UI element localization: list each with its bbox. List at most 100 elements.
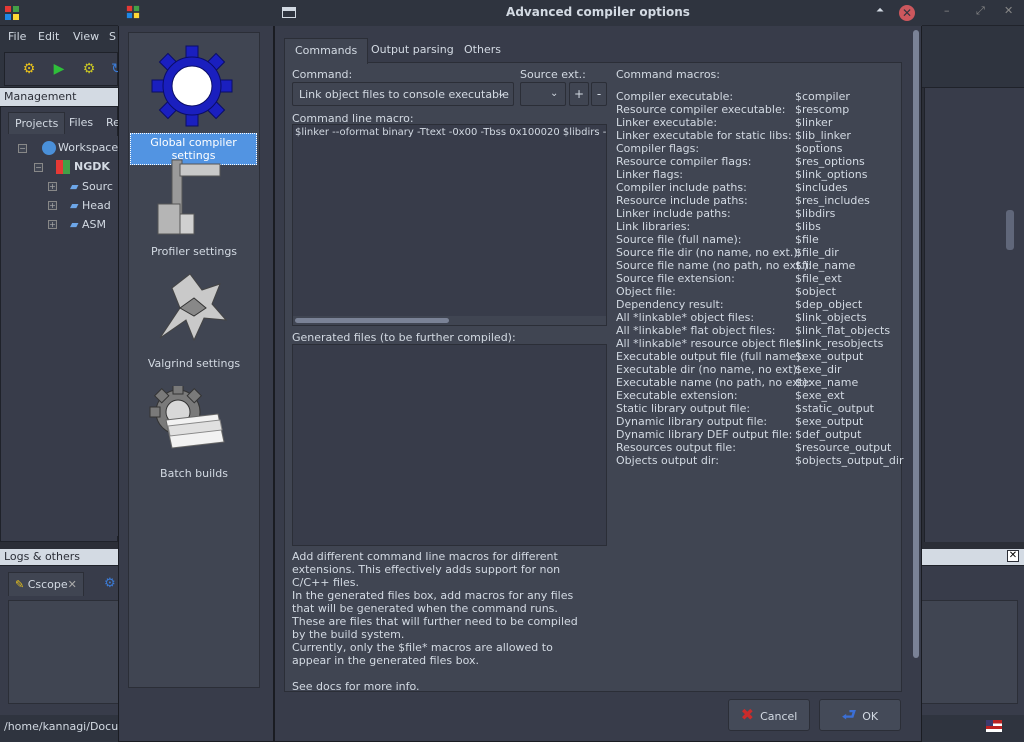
category-label: Valgrind settings: [147, 357, 241, 370]
close-tab-icon[interactable]: ✕: [68, 578, 77, 591]
macro-name: Linker executable:: [616, 116, 718, 129]
source-ext-select[interactable]: [520, 82, 566, 106]
editor-scrollbar[interactable]: [1006, 210, 1014, 250]
cancel-x-icon: ✖: [740, 705, 755, 724]
tab-projects[interactable]: Projects: [8, 112, 66, 134]
help-text: Add different command line macros for di…: [292, 550, 582, 690]
tree-item-sources[interactable]: ▰ Sourc: [70, 180, 113, 193]
menu-file[interactable]: File: [8, 30, 26, 43]
tree-item-headers[interactable]: ▰ Head: [70, 199, 111, 212]
macro-row: Executable name (no path, no ext): $exe_n…: [616, 376, 900, 389]
macro-name: Linker executable for static libs:: [616, 129, 792, 142]
command-select[interactable]: Link object files to console executable: [292, 82, 514, 106]
project-label: NGDK: [74, 160, 110, 173]
tab-commands[interactable]: Commands: [284, 38, 369, 64]
build-run-icon[interactable]: ⚙: [80, 60, 98, 78]
scrollbar-thumb[interactable]: [913, 30, 919, 658]
minimize-icon[interactable]: –: [944, 4, 950, 17]
keep-above-icon[interactable]: ⏶: [874, 5, 886, 19]
folder-icon: ▰: [70, 218, 79, 231]
command-macros-title: Command macros:: [616, 68, 720, 81]
generated-files-textarea[interactable]: [292, 344, 607, 546]
macro-name: Executable dir (no name, no ext):: [616, 363, 801, 376]
macro-value: $link_flat_objects: [795, 324, 891, 337]
dialog-title: Advanced compiler options: [506, 5, 690, 19]
macro-name: Compiler include paths:: [616, 181, 747, 194]
category-profiler[interactable]: Profiler settings: [128, 156, 260, 260]
caliper-icon: [157, 159, 221, 235]
macro-name: Resource compiler executable:: [616, 103, 786, 116]
macro-row: Resources output file: $resource_output: [616, 441, 900, 454]
tree-expand-icon[interactable]: +: [48, 182, 57, 191]
cancel-button[interactable]: ✖ Cancel: [728, 699, 810, 731]
tree-expand-icon[interactable]: +: [48, 220, 57, 229]
macro-row: Executable dir (no name, no ext): $exe_di…: [616, 363, 900, 376]
tab-cscope[interactable]: ✎ Cscope✕: [8, 572, 84, 596]
help-paragraph: [292, 667, 582, 680]
category-global-compiler[interactable]: Global compiler settings: [128, 44, 260, 165]
generated-files-label: Generated files (to be further compiled)…: [292, 331, 516, 344]
macro-row: Resource compiler flags: $res_options: [616, 155, 900, 168]
remove-extension-button[interactable]: -: [591, 82, 607, 106]
macro-row: Source file dir (no name, no ext.): $file…: [616, 246, 900, 259]
macro-row: Linker executable: $linker: [616, 116, 900, 129]
menu-view[interactable]: View: [73, 30, 99, 43]
macro-value: $link_objects: [795, 311, 867, 324]
macro-value: $includes: [795, 181, 848, 194]
add-extension-button[interactable]: +: [569, 82, 589, 106]
macro-value: $file_name: [795, 259, 856, 272]
tab-files[interactable]: Files: [63, 112, 99, 134]
menu-search[interactable]: S: [109, 30, 116, 43]
macro-name: Source file dir (no name, no ext.):: [616, 246, 802, 259]
tree-collapse-icon[interactable]: −: [18, 144, 27, 153]
tree-expand-icon[interactable]: +: [48, 201, 57, 210]
macro-name: Compiler executable:: [616, 90, 734, 103]
close-icon[interactable]: ✕: [1004, 4, 1013, 17]
macro-row: Compiler include paths: $includes: [616, 181, 900, 194]
logs-close-icon[interactable]: ✕: [1007, 550, 1019, 562]
scrollbar-thumb[interactable]: [295, 318, 449, 323]
folder-icon: ▰: [70, 199, 79, 212]
macro-name: Objects output dir:: [616, 454, 719, 467]
macro-row: All *linkable* object files: $link_object…: [616, 311, 900, 324]
macro-value: $exe_ext: [795, 389, 845, 402]
macro-value: $exe_dir: [795, 363, 842, 376]
close-icon[interactable]: ✕: [899, 5, 915, 21]
restore-icon[interactable]: ⤢: [976, 4, 985, 18]
help-paragraph: Currently, only the $file* macros are al…: [292, 641, 553, 667]
tab-others[interactable]: Others: [454, 38, 511, 64]
category-valgrind[interactable]: Valgrind settings: [128, 268, 260, 372]
run-icon[interactable]: ▶: [50, 60, 68, 78]
macro-name: Link libraries:: [616, 220, 691, 233]
macro-value: $dep_object: [795, 298, 863, 311]
folder-label: Head: [81, 199, 111, 212]
tab-output-parsing[interactable]: Output parsing: [361, 38, 464, 64]
ok-button-label: OK: [862, 710, 879, 723]
folder-label: Sourc: [81, 180, 113, 193]
macro-row: Dynamic library DEF output file: $def_out…: [616, 428, 900, 441]
macro-value: $libdirs: [795, 207, 836, 220]
tree-item-asm[interactable]: ▰ ASM: [70, 218, 106, 231]
menu-edit[interactable]: Edit: [38, 30, 59, 43]
tree-item-workspace[interactable]: Workspace: [42, 141, 118, 155]
tree-item-project[interactable]: NGDK: [56, 160, 110, 174]
ok-button[interactable]: ⮐ OK: [819, 699, 901, 731]
tree-collapse-icon[interactable]: −: [34, 163, 43, 172]
macro-name: All *linkable* flat object files:: [616, 324, 776, 337]
chevron-down-icon: ⌄: [550, 88, 559, 99]
macro-name: Object file:: [616, 285, 676, 298]
macro-value: $options: [795, 142, 843, 155]
macro-value: $file: [795, 233, 819, 246]
category-batch-builds[interactable]: Batch builds: [128, 386, 260, 482]
command-label: Command:: [292, 68, 353, 81]
macro-name: Compiler flags:: [616, 142, 700, 155]
us-flag-icon[interactable]: [986, 720, 1002, 732]
macro-name: Static library output file:: [616, 402, 751, 415]
window-controls: – ⤢ ✕: [938, 4, 1024, 22]
search-results-icon[interactable]: ⚙: [104, 576, 116, 591]
macro-row: Executable extension: $exe_ext: [616, 389, 900, 402]
macro-row: Dependency result: $dep_object: [616, 298, 900, 311]
command-line-macro-textarea[interactable]: $linker --oformat binary -Ttext -0x00 -T…: [292, 124, 607, 326]
macro-name: Executable name (no path, no ext):: [616, 376, 812, 389]
build-gear-icon[interactable]: ⚙: [20, 60, 38, 78]
